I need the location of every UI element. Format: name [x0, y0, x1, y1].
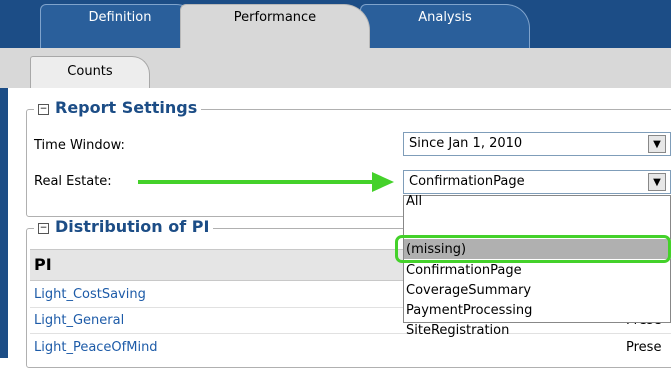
minus-box-icon[interactable]: −	[38, 104, 49, 115]
annotation-arrow-head	[372, 172, 394, 192]
time-window-label: Time Window:	[34, 138, 125, 153]
dropdown-option[interactable]: All	[406, 192, 422, 212]
real-estate-value: ConfirmationPage	[409, 174, 525, 189]
tab-definition-label: Definition	[88, 10, 152, 25]
chevron-down-icon[interactable]: ▼	[648, 173, 666, 191]
real-estate-label: Real Estate:	[34, 174, 112, 189]
annotation-arrow-line	[138, 180, 374, 184]
dropdown-option[interactable]: SiteRegistration	[406, 321, 509, 341]
report-settings-title: Report Settings	[55, 98, 198, 117]
subtab-counts[interactable]: Counts	[30, 56, 150, 88]
distribution-title: Distribution of PI	[55, 217, 210, 236]
table-row-link[interactable]: Light_General	[34, 313, 124, 328]
row-value: Prese	[626, 340, 662, 355]
chevron-down-icon[interactable]: ▼	[648, 135, 666, 153]
minus-box-icon[interactable]: −	[38, 223, 49, 234]
tab-analysis-label: Analysis	[418, 10, 472, 25]
subtab-counts-label: Counts	[67, 64, 113, 79]
table-row-link[interactable]: Light_CostSaving	[34, 287, 146, 302]
column-header-pi: PI	[34, 255, 52, 274]
highlight-box	[395, 235, 671, 263]
dropdown-option[interactable]: CoverageSummary	[406, 281, 531, 301]
tab-analysis[interactable]: Analysis	[360, 4, 530, 48]
tab-definition[interactable]: Definition	[40, 4, 200, 48]
distribution-legend[interactable]: − Distribution of PI	[34, 217, 214, 236]
real-estate-select[interactable]: ConfirmationPage	[403, 170, 671, 194]
time-window-select[interactable]: Since Jan 1, 2010	[403, 132, 671, 156]
tab-performance[interactable]: Performance	[180, 4, 370, 48]
time-window-value: Since Jan 1, 2010	[409, 136, 523, 151]
tab-performance-label: Performance	[233, 10, 317, 25]
left-accent-bar	[0, 88, 8, 358]
row-divider	[30, 333, 671, 334]
report-settings-legend[interactable]: − Report Settings	[34, 98, 202, 117]
dropdown-option[interactable]: ConfirmationPage	[406, 261, 522, 281]
table-row-link[interactable]: Light_PeaceOfMind	[34, 340, 158, 355]
dropdown-option[interactable]: PaymentProcessing	[406, 301, 532, 321]
